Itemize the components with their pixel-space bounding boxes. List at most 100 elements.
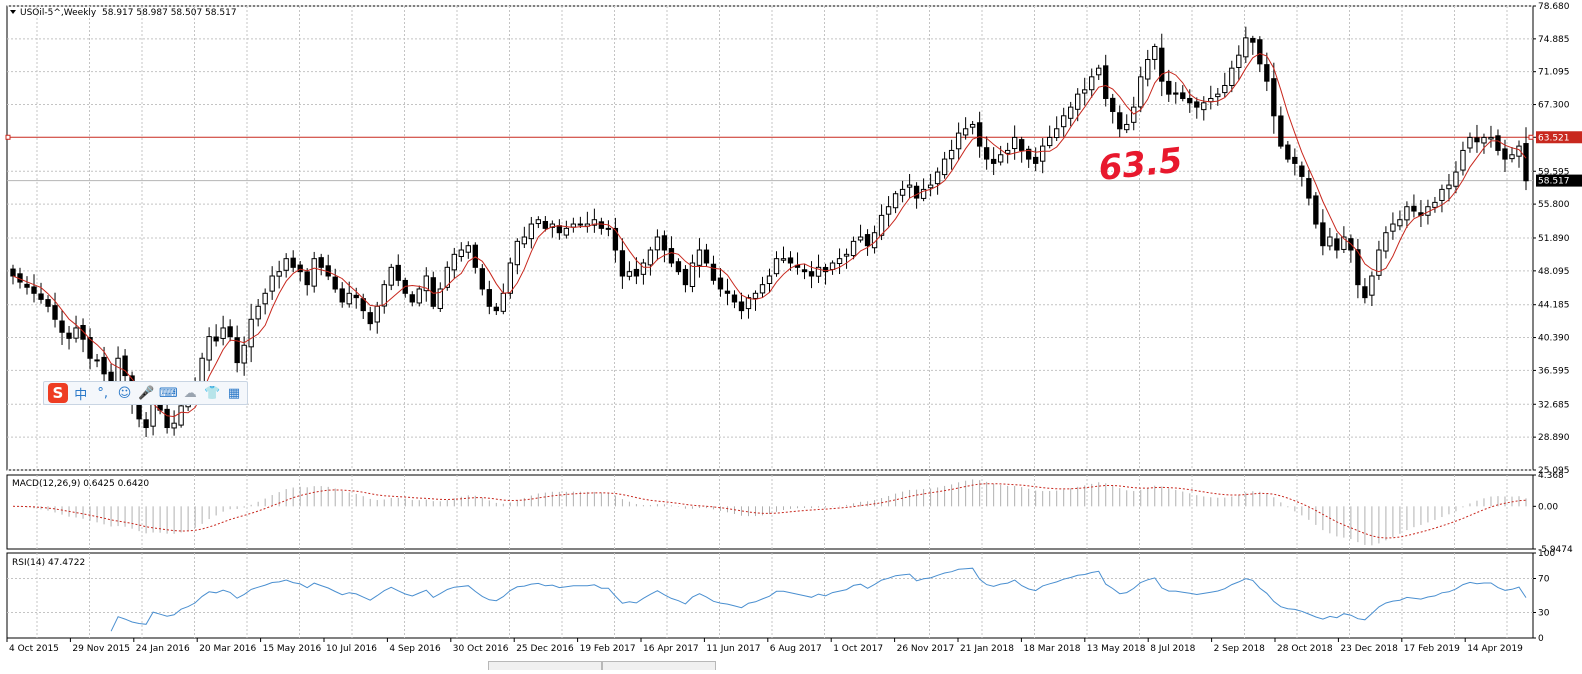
keyboard-icon[interactable]: ⌨ <box>159 384 178 402</box>
candle <box>171 422 177 429</box>
chinese-mode-icon[interactable]: 中 <box>72 384 90 403</box>
sogou-logo-icon[interactable]: S <box>48 383 68 403</box>
candle <box>507 262 513 294</box>
candle <box>1110 97 1116 112</box>
candle <box>458 249 464 257</box>
ime-toolbar[interactable]: S 中 °, ☺ 🎤 ⌨ ☁ 👕 ▦ <box>43 381 248 405</box>
candle <box>1502 148 1508 160</box>
macd-tick-label: 0.00 <box>1538 502 1558 512</box>
candle <box>1446 184 1452 190</box>
candle <box>1271 78 1277 117</box>
x-tick-label: 1 Oct 2017 <box>833 644 883 654</box>
candle <box>1054 128 1060 139</box>
candle <box>605 227 612 230</box>
candle <box>654 236 661 251</box>
grid-menu-icon[interactable]: ▦ <box>225 384 243 402</box>
candle <box>346 292 352 305</box>
x-tick-label: 25 Dec 2016 <box>516 644 574 654</box>
candle <box>1292 156 1298 164</box>
candle <box>269 275 275 292</box>
candle <box>857 236 864 241</box>
ohlc-values: 58.917 58.987 58.507 58.517 <box>102 8 237 18</box>
candle <box>1313 195 1319 225</box>
x-tick-label: 10 Jul 2016 <box>326 644 377 654</box>
candle <box>367 312 373 325</box>
candle <box>94 359 100 362</box>
candle <box>521 236 528 245</box>
candle <box>409 294 415 303</box>
candle <box>262 292 268 305</box>
candle <box>941 158 948 176</box>
candle <box>1173 92 1179 95</box>
candle <box>1460 149 1466 171</box>
candle <box>486 289 492 307</box>
chart-window[interactable]: 78.680 74.885 71.095 67.300 59.595 55.800 51.8… <box>0 0 1582 670</box>
candle <box>1327 236 1333 247</box>
candle <box>1089 76 1095 91</box>
candle <box>1250 37 1256 43</box>
candle <box>178 405 184 426</box>
candle <box>801 269 808 273</box>
candle <box>514 240 521 266</box>
candle <box>661 235 668 251</box>
candle <box>1390 223 1396 232</box>
candle <box>10 268 16 277</box>
bottom-tab[interactable] <box>488 661 602 670</box>
candle <box>1040 145 1046 162</box>
symbol-title: USOil-5^,Weekly <box>20 8 97 18</box>
candle <box>1362 286 1368 299</box>
candle <box>927 184 934 189</box>
candle <box>1138 76 1144 108</box>
candle <box>52 305 58 320</box>
candle <box>332 276 338 290</box>
candle <box>535 219 542 225</box>
candle <box>626 271 633 277</box>
candle <box>990 158 997 164</box>
candle <box>724 290 731 294</box>
level-line-handle <box>5 134 11 140</box>
candle <box>675 261 682 273</box>
x-tick-label: 23 Dec 2018 <box>1340 644 1398 654</box>
candle <box>934 171 941 185</box>
candle <box>1488 136 1494 140</box>
candle <box>248 318 254 348</box>
x-tick-label: 2 Sep 2018 <box>1214 644 1266 654</box>
candle <box>80 324 86 340</box>
candle <box>829 262 836 270</box>
candle <box>1369 275 1375 296</box>
bottom-tab[interactable] <box>602 661 716 670</box>
candle <box>1047 136 1053 147</box>
skin-icon[interactable]: 👕 <box>203 384 221 402</box>
candle <box>633 268 640 277</box>
candle <box>948 149 955 160</box>
microphone-icon[interactable]: 🎤 <box>137 384 155 402</box>
rsi-line <box>110 567 1527 632</box>
candle <box>1404 206 1410 221</box>
panel-frame <box>6 474 1534 550</box>
candle <box>31 286 37 294</box>
macd-title: MACD(12,26,9) 0.6425 0.6420 <box>12 479 149 489</box>
punctuation-icon[interactable]: °, <box>94 384 112 402</box>
candle <box>59 320 65 333</box>
x-tick-label: 26 Nov 2017 <box>897 644 955 654</box>
current-price-label: 58.517 <box>1538 177 1570 187</box>
y-tick-label: 48.095 <box>1538 267 1570 277</box>
user-icon[interactable]: ☁ <box>181 384 199 402</box>
y-tick-label: 40.390 <box>1538 334 1570 344</box>
candle <box>1103 65 1109 99</box>
candle <box>647 249 654 266</box>
candle <box>276 271 282 277</box>
candle <box>388 266 394 286</box>
rsi-title: RSI(14) 47.4722 <box>12 558 85 568</box>
candle <box>1285 144 1291 160</box>
candle <box>528 223 535 240</box>
candle <box>66 332 72 339</box>
candle <box>1018 139 1025 151</box>
candle <box>906 184 913 188</box>
candle <box>703 249 710 264</box>
candle <box>542 221 549 229</box>
x-tick-label: 4 Sep 2016 <box>389 644 441 654</box>
emoji-icon[interactable]: ☺ <box>116 384 134 402</box>
candle <box>353 294 359 299</box>
candle <box>290 257 296 268</box>
